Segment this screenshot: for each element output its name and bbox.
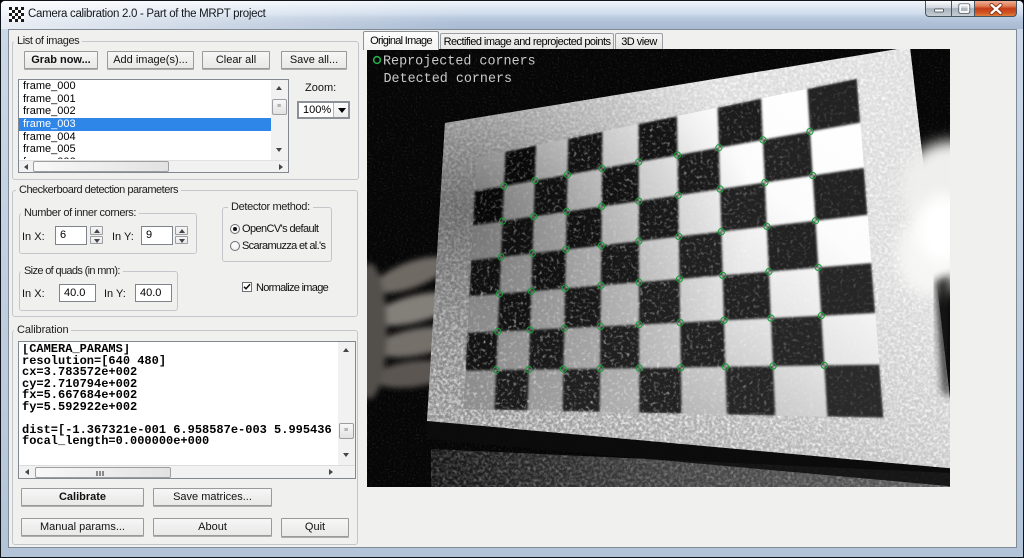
svg-text:Detected corners: Detected corners xyxy=(384,72,513,87)
svg-text:Reprojected corners: Reprojected corners xyxy=(383,55,536,70)
